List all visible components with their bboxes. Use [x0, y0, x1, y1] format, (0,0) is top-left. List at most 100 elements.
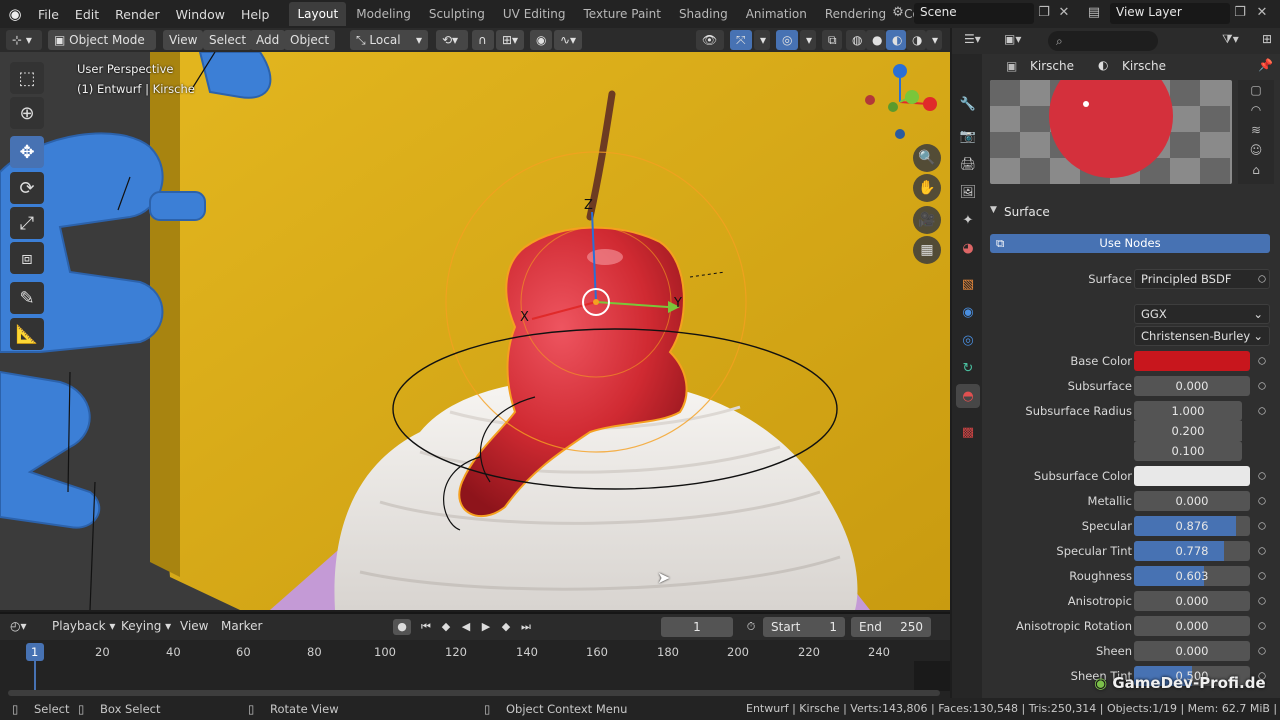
- link-socket-icon[interactable]: [1258, 572, 1266, 580]
- menu-playback[interactable]: Playback ▾: [52, 619, 115, 633]
- overlay-toggle-icon[interactable]: ◎: [776, 30, 798, 50]
- subsurface-color-swatch[interactable]: [1134, 466, 1250, 486]
- pivot-point-button[interactable]: ⟲▾: [436, 30, 468, 50]
- link-socket-icon[interactable]: [1258, 382, 1266, 390]
- blender-logo-icon[interactable]: ◉: [0, 5, 30, 23]
- nav-y-ball[interactable]: [905, 90, 919, 104]
- menu-keying[interactable]: Keying ▾: [121, 619, 171, 633]
- gizmo-options-icon[interactable]: ▾: [754, 30, 770, 50]
- visibility-icon[interactable]: 👁▾: [696, 30, 724, 63]
- distribution-selector[interactable]: GGX ⌄: [1134, 304, 1270, 324]
- filter-icon[interactable]: ⧩▾: [1222, 32, 1239, 47]
- orientation-dropdown[interactable]: ⤡ Local ▾: [350, 30, 428, 50]
- record-icon[interactable]: ●: [393, 619, 411, 635]
- link-socket-icon[interactable]: [1258, 472, 1266, 480]
- select-box-tool-icon[interactable]: ⬚: [10, 62, 44, 94]
- menu-object[interactable]: Object: [284, 30, 336, 50]
- scene-tab-icon[interactable]: ✦: [956, 208, 980, 232]
- tab-texture-paint[interactable]: Texture Paint: [576, 2, 669, 26]
- pin-icon[interactable]: 📌: [1258, 58, 1273, 72]
- param-slider[interactable]: 0.000: [1134, 641, 1250, 661]
- menu-marker[interactable]: Marker: [221, 619, 262, 633]
- link-socket-icon[interactable]: [1258, 647, 1266, 655]
- outliner-editor-icon[interactable]: ☰▾: [964, 32, 981, 46]
- display-mode-icon[interactable]: ▣▾: [1004, 32, 1021, 46]
- 3d-viewport[interactable]: Z Y X User Perspective (1) Entwurf | Kir…: [0, 52, 950, 610]
- delete-scene-icon[interactable]: ✕: [1056, 5, 1072, 21]
- constraints-tab-icon[interactable]: ↻: [956, 356, 980, 380]
- menu-render[interactable]: Render: [107, 7, 168, 22]
- tab-animation[interactable]: Animation: [738, 2, 815, 26]
- pan-hand-icon[interactable]: ✋: [913, 174, 941, 202]
- nav-z-ball[interactable]: [893, 64, 907, 78]
- stopwatch-icon[interactable]: ⏱: [742, 619, 760, 635]
- view-layer-selector[interactable]: View Layer: [1110, 3, 1230, 24]
- object-tab-icon[interactable]: ▧: [956, 272, 980, 296]
- param-slider[interactable]: 0.000: [1134, 616, 1250, 636]
- output-tab-icon[interactable]: 🖨: [956, 152, 980, 176]
- physics-tab-icon[interactable]: ◎: [956, 328, 980, 352]
- mode-dropdown[interactable]: ▣ Object Mode ▾: [48, 30, 156, 63]
- scene-icon[interactable]: ⚙: [890, 5, 906, 21]
- jump-end-icon[interactable]: ⏭: [517, 619, 535, 635]
- param-slider[interactable]: 0.000: [1134, 491, 1250, 511]
- new-scene-icon[interactable]: ❐: [1036, 5, 1052, 21]
- subsurface-radius-z[interactable]: 0.100: [1134, 441, 1242, 461]
- jump-start-icon[interactable]: ⏮: [417, 619, 435, 635]
- playhead-line[interactable]: [34, 661, 36, 691]
- menu-select[interactable]: Select: [203, 30, 253, 50]
- link-socket-icon[interactable]: [1258, 547, 1266, 555]
- param-slider[interactable]: 0.603: [1134, 566, 1250, 586]
- prev-keyframe-icon[interactable]: ◆: [437, 619, 455, 635]
- param-slider[interactable]: 0.778: [1134, 541, 1250, 561]
- material-tab-icon[interactable]: ◓: [956, 384, 980, 408]
- param-slider[interactable]: 0.000: [1134, 591, 1250, 611]
- param-slider[interactable]: 0.876: [1134, 516, 1250, 536]
- preview-cloth-icon[interactable]: ⌂: [1238, 160, 1274, 180]
- timeline-scrollbar[interactable]: [8, 690, 940, 696]
- transform-tool-icon[interactable]: ⧈: [10, 242, 44, 274]
- render-tab-icon[interactable]: 📷: [956, 124, 980, 148]
- link-socket-icon[interactable]: [1258, 622, 1266, 630]
- param-slider[interactable]: 0.000: [1134, 376, 1250, 396]
- snap-toggle-icon[interactable]: ∩: [472, 30, 494, 50]
- nav-neg-x-ball[interactable]: [865, 95, 875, 105]
- xray-toggle-icon[interactable]: ⧉: [822, 30, 842, 50]
- surface-shader-selector[interactable]: Principled BSDF: [1134, 269, 1270, 289]
- menu-view[interactable]: View: [163, 30, 204, 50]
- measure-tool-icon[interactable]: 📐: [10, 318, 44, 350]
- menu-help[interactable]: Help: [233, 7, 278, 22]
- menu-window[interactable]: Window: [168, 7, 233, 22]
- subsurface-method-selector[interactable]: Christensen-Burley ⌄: [1134, 326, 1270, 346]
- proportional-edit-icon[interactable]: ◉: [530, 30, 552, 50]
- end-frame-field[interactable]: End 250: [851, 617, 931, 637]
- link-socket-icon[interactable]: [1258, 357, 1266, 365]
- material-preview-icon[interactable]: ◐: [886, 30, 906, 50]
- texture-tab-icon[interactable]: ▩: [956, 420, 980, 444]
- snap-options-button[interactable]: ⊞▾: [496, 30, 524, 50]
- link-socket-icon[interactable]: [1258, 597, 1266, 605]
- preview-type-buttons[interactable]: ▢ ◠ ≋ ☺ ⌂: [1238, 80, 1274, 184]
- base-color-swatch[interactable]: [1134, 351, 1250, 371]
- editor-type-button[interactable]: ⊹ ▾: [6, 30, 42, 50]
- tab-layout[interactable]: Layout: [289, 2, 347, 26]
- new-view-layer-icon[interactable]: ❐: [1232, 5, 1248, 21]
- current-frame-field[interactable]: 1: [661, 617, 733, 637]
- tab-rendering[interactable]: Rendering: [817, 2, 894, 26]
- overlay-options-icon[interactable]: ▾: [800, 30, 816, 50]
- nav-neg-z-ball[interactable]: [895, 129, 905, 139]
- preview-hair-icon[interactable]: ≋: [1238, 120, 1274, 140]
- play-reverse-icon[interactable]: ◀: [457, 619, 475, 635]
- preview-monkey-icon[interactable]: ☺: [1238, 140, 1274, 160]
- menu-file[interactable]: File: [30, 7, 67, 22]
- preview-sphere-icon[interactable]: ◠: [1238, 100, 1274, 120]
- nav-x-ball[interactable]: [923, 97, 937, 111]
- menu-edit[interactable]: Edit: [67, 7, 107, 22]
- next-keyframe-icon[interactable]: ◆: [497, 619, 515, 635]
- move-tool-icon[interactable]: ✥: [10, 136, 44, 168]
- camera-view-icon[interactable]: 🎥: [913, 206, 941, 234]
- search-input[interactable]: ⌕: [1048, 31, 1158, 51]
- subsurface-radius-x[interactable]: 1.000: [1134, 401, 1242, 421]
- tab-sculpting[interactable]: Sculpting: [421, 2, 493, 26]
- use-nodes-button[interactable]: ⧉ Use Nodes: [990, 234, 1270, 253]
